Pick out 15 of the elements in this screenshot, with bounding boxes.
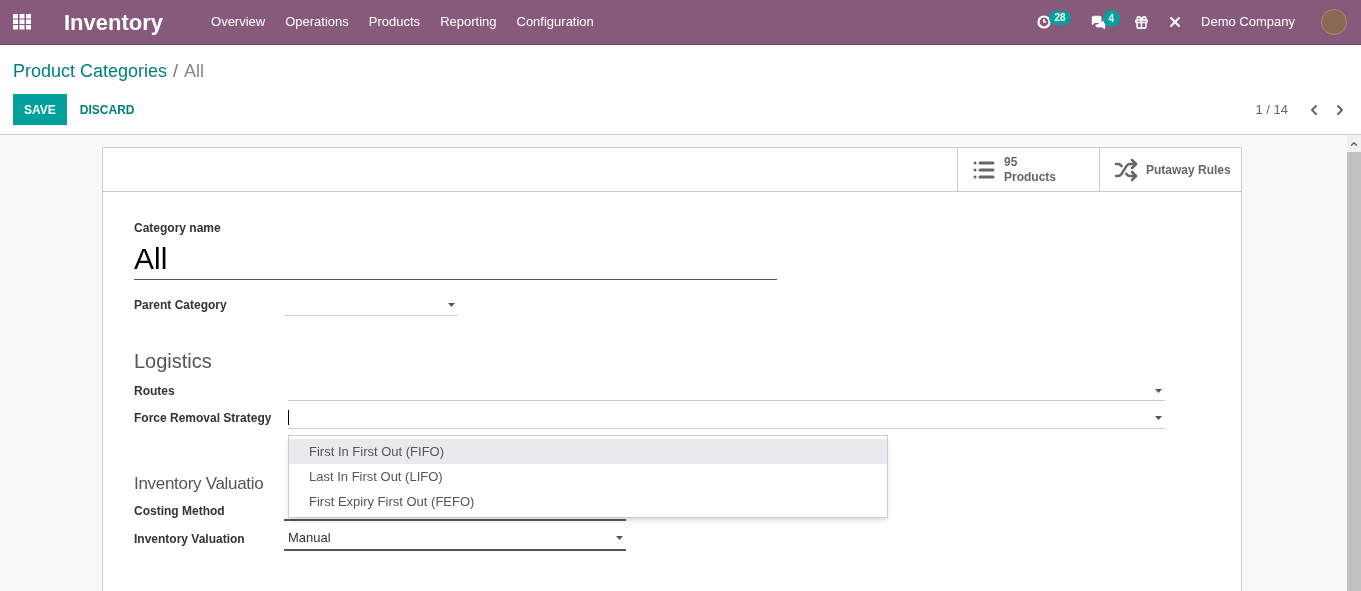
breadcrumb-separator: / (173, 60, 179, 83)
product-count: 95 (1004, 154, 1019, 170)
pager-value: 1 / 14 (1255, 100, 1288, 119)
field-label: Parent Category (134, 297, 228, 314)
breadcrumb-current: All (184, 60, 205, 83)
field-label: Inventory Valuation (134, 530, 246, 548)
field-label: Force Removal Strategy (134, 410, 273, 427)
message-count-badge: 4 (1102, 9, 1121, 27)
activity-count-badge: 28 (1049, 11, 1071, 25)
section-heading: Logistics (134, 349, 213, 374)
field-label: Routes (134, 383, 176, 400)
smart-button-label: Products (1004, 169, 1056, 185)
field-label: Costing Method (134, 502, 226, 520)
field-label: Category name (134, 220, 222, 237)
section-heading: Inventory Valuatio (134, 473, 264, 495)
